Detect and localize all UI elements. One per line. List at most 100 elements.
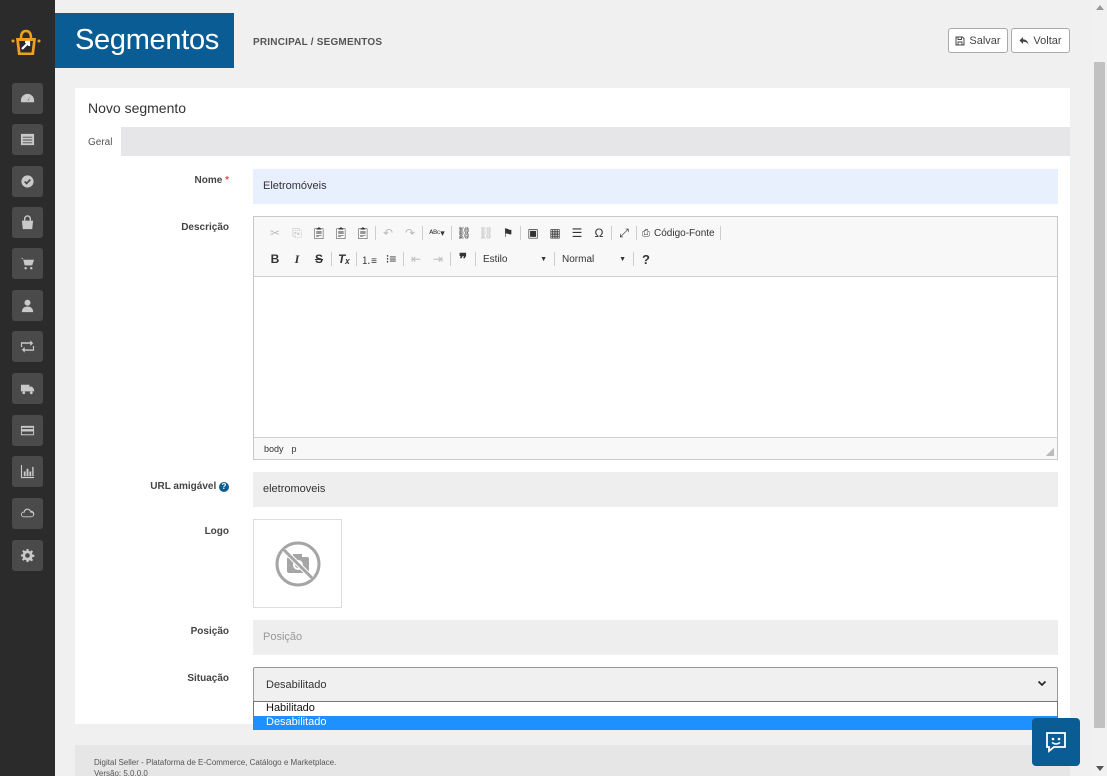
situacao-value: Desabilitado — [266, 679, 327, 691]
user-icon — [21, 299, 34, 313]
help-circle-icon[interactable]: ? — [219, 482, 229, 492]
nav-settings[interactable] — [12, 540, 43, 571]
page-title: Segmentos — [75, 24, 219, 56]
footer-version: Versão: 5.0.0.0 — [94, 769, 148, 776]
resize-handle[interactable] — [1046, 448, 1054, 456]
nome-input[interactable]: Eletromóveis — [253, 169, 1058, 204]
nav-retweet[interactable] — [12, 331, 43, 362]
check-circle-icon — [21, 175, 34, 188]
scroll-down-arrow-icon[interactable] — [1096, 766, 1104, 771]
toolbar-row-2: B I S Tₓ ⒈≡ ⁝≡ ⇤ ⇥ ❞ Estilo ▼ Normal ▼ ? — [264, 249, 657, 269]
nav-list[interactable] — [12, 124, 43, 155]
nav-check[interactable] — [12, 166, 43, 197]
nav-cloud[interactable] — [12, 498, 43, 529]
dashboard-icon — [20, 93, 35, 103]
scroll-thumb[interactable] — [1094, 62, 1105, 728]
special-char-icon[interactable]: Ω — [588, 223, 610, 243]
cut-icon[interactable]: ✂ — [264, 223, 286, 243]
toolbar-row-1: ✂ ⎘ 📋︎ 📋︎ 📋︎ ↶ ↷ ᴬᴮᶜ▾ ⛓ ⛓ ⚑ ▣ ▦ ☰ Ω ⤢ ⎙ … — [264, 223, 722, 243]
bullet-list-icon[interactable]: ⁝≡ — [380, 249, 402, 269]
source-label: Código-Fonte — [654, 227, 715, 239]
descricao-label: Descrição — [181, 222, 229, 233]
url-input[interactable]: eletromoveis — [253, 472, 1058, 507]
paste-text-icon[interactable]: 📋︎ — [330, 223, 352, 243]
style-combo[interactable]: Estilo ▼ — [477, 250, 553, 268]
toolbar-separator — [554, 252, 555, 266]
spellcheck-icon[interactable]: ᴬᴮᶜ▾ — [424, 223, 450, 243]
save-button[interactable]: Salvar — [948, 28, 1008, 53]
paste-word-icon[interactable]: 📋︎ — [352, 223, 374, 243]
toolbar-separator — [633, 252, 634, 266]
toolbar-separator — [520, 226, 521, 240]
situacao-select[interactable]: Desabilitado — [253, 667, 1058, 702]
editor-content[interactable] — [254, 277, 1057, 438]
nome-label: Nome * — [195, 175, 229, 186]
tab-geral[interactable]: Geral — [75, 127, 121, 156]
blockquote-icon[interactable]: ❞ — [452, 249, 474, 269]
paste-icon[interactable]: 📋︎ — [308, 223, 330, 243]
help-button[interactable]: ? — [635, 249, 657, 269]
credit-card-icon — [20, 425, 35, 436]
indent-icon[interactable]: ⇥ — [427, 249, 449, 269]
reply-icon — [1019, 36, 1029, 45]
sidebar — [0, 0, 55, 776]
toolbar-separator — [611, 226, 612, 240]
scroll-up-arrow-icon[interactable] — [1096, 5, 1104, 10]
nav-card[interactable] — [12, 415, 43, 446]
image-icon[interactable]: ▣ — [522, 223, 544, 243]
numbered-list-icon[interactable]: ⒈≡ — [358, 249, 380, 269]
scrollbar[interactable] — [1092, 0, 1107, 776]
redo-icon[interactable]: ↷ — [399, 223, 421, 243]
nav-bag[interactable] — [12, 207, 43, 238]
undo-icon[interactable]: ↶ — [377, 223, 399, 243]
option-habilitado[interactable]: Habilitado — [254, 702, 1057, 716]
logo-upload[interactable] — [253, 519, 342, 608]
nav-reports[interactable] — [12, 456, 43, 487]
back-button[interactable]: Voltar — [1011, 28, 1070, 53]
chevron-down-icon: ▼ — [540, 255, 547, 263]
footer: Digital Seller - Plataforma de E-Commerc… — [75, 745, 1070, 776]
link-icon[interactable]: ⛓ — [453, 223, 475, 243]
maximize-icon[interactable]: ⤢ — [613, 223, 635, 243]
table-icon[interactable]: ▦ — [544, 223, 566, 243]
url-value: eletromoveis — [263, 483, 326, 495]
posicao-label: Posição — [190, 626, 229, 637]
retweet-icon — [20, 340, 35, 353]
source-icon: ⎙ — [642, 227, 650, 239]
required-mark: * — [225, 175, 229, 186]
source-button[interactable]: ⎙ Código-Fonte — [638, 228, 719, 239]
app-logo[interactable] — [10, 27, 42, 59]
toolbar-separator — [451, 226, 452, 240]
save-icon — [955, 36, 965, 45]
situacao-label: Situação — [187, 673, 229, 684]
unlink-icon[interactable]: ⛓ — [475, 223, 497, 243]
situacao-dropdown[interactable]: Habilitado Desabilitado — [253, 701, 1058, 730]
outdent-icon[interactable]: ⇤ — [405, 249, 427, 269]
breadcrumb[interactable]: PRINCIPAL / SEGMENTOS — [253, 37, 382, 48]
path-body[interactable]: body — [264, 444, 284, 454]
style-combo-label: Estilo — [483, 253, 508, 265]
toolbar-separator — [356, 252, 357, 266]
toolbar-separator — [475, 252, 476, 266]
chat-button[interactable] — [1032, 718, 1080, 766]
editor-toolbar: ✂ ⎘ 📋︎ 📋︎ 📋︎ ↶ ↷ ᴬᴮᶜ▾ ⛓ ⛓ ⚑ ▣ ▦ ☰ Ω ⤢ ⎙ … — [254, 217, 1057, 277]
nav-cart[interactable] — [12, 248, 43, 279]
nav-user[interactable] — [12, 290, 43, 321]
copy-icon[interactable]: ⎘ — [286, 223, 308, 243]
bold-icon[interactable]: B — [264, 249, 286, 269]
anchor-flag-icon[interactable]: ⚑ — [497, 223, 519, 243]
nav-dashboard[interactable] — [12, 83, 43, 114]
nav-truck[interactable] — [12, 373, 43, 404]
nome-label-text: Nome — [194, 175, 223, 186]
option-desabilitado[interactable]: Desabilitado — [254, 716, 1057, 730]
path-p[interactable]: p — [292, 444, 297, 454]
posicao-input[interactable]: Posição — [253, 620, 1058, 655]
logo-label: Logo — [204, 526, 229, 537]
italic-icon[interactable]: I — [286, 249, 308, 269]
strikethrough-icon[interactable]: S — [308, 249, 330, 269]
remove-format-icon[interactable]: Tₓ — [333, 249, 355, 269]
page-title-box: Segmentos — [55, 13, 234, 68]
horizontal-rule-icon[interactable]: ☰ — [566, 223, 588, 243]
list-icon — [20, 133, 35, 146]
format-combo[interactable]: Normal ▼ — [556, 250, 632, 268]
